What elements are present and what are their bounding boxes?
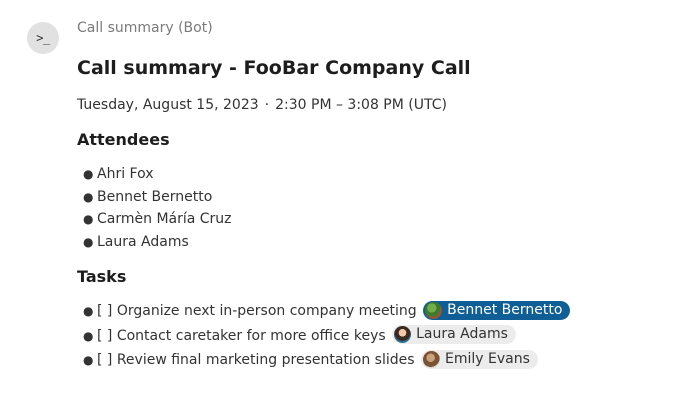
bot-message: >_ Call summary (Bot) Call summary - Foo… <box>0 0 700 400</box>
bullet-icon: ● <box>83 189 94 204</box>
datetime-separator: · <box>264 97 270 113</box>
bullet-icon: ● <box>83 353 94 367</box>
summary-title: Call summary - FooBar Company Call <box>77 57 471 79</box>
bullet-icon: ● <box>83 167 94 181</box>
task-item: ●[ ] Contact caretaker for more office k… <box>77 324 677 349</box>
attendees-heading: Attendees <box>77 130 170 149</box>
task-list: ●[ ] Organize next in-person company mee… <box>77 299 677 373</box>
attendee-name: Bennet Bernetto <box>97 188 213 205</box>
call-datetime: Tuesday, August 15, 2023 · 2:30 PM – 3:08 … <box>77 95 677 115</box>
call-date: Tuesday, August 15, 2023 <box>77 97 259 113</box>
task-text: [ ] Contact caretaker for more office ke… <box>97 327 386 344</box>
assignee-name: Bennet Bernetto <box>447 301 563 318</box>
sender-name[interactable]: Call summary (Bot) <box>77 18 677 38</box>
call-time-range: 2:30 PM – 3:08 PM (UTC) <box>275 97 447 113</box>
bullet-icon: ● <box>83 304 94 318</box>
task-item: ●[ ] Review final marketing presentation… <box>77 348 677 373</box>
bullet-icon: ● <box>83 234 94 249</box>
attendee-name: Carmèn Máría Cruz <box>97 211 232 227</box>
tasks-heading: Tasks <box>77 267 127 286</box>
message-content: Call summary (Bot) Call summary - FooBar… <box>77 18 677 373</box>
terminal-icon: >_ <box>36 31 50 45</box>
assignee-mention-emily-evans[interactable]: Emily Evans <box>421 349 538 369</box>
attendee-name: Ahri Fox <box>97 166 154 182</box>
task-item: ●[ ] Organize next in-person company mee… <box>77 299 677 324</box>
assignee-mention-bennet-bernetto[interactable]: Bennet Bernetto <box>423 300 571 320</box>
attendee-item: ● Carmèn Máría Cruz <box>77 208 677 231</box>
task-text: [ ] Review final marketing presentation … <box>97 352 415 368</box>
bot-avatar[interactable]: >_ <box>27 22 59 54</box>
attendee-item: ● Bennet Bernetto <box>77 186 677 209</box>
attendee-item: ● Ahri Fox <box>77 163 677 186</box>
user-avatar-icon <box>425 301 443 319</box>
task-text: [ ] Organize next in-person company meet… <box>97 303 417 319</box>
attendee-name: Laura Adams <box>97 233 189 250</box>
attendee-item: ● Laura Adams <box>77 231 677 254</box>
assignee-name: Laura Adams <box>416 326 508 342</box>
assignee-mention-laura-adams[interactable]: Laura Adams <box>392 325 516 344</box>
bullet-icon: ● <box>83 328 94 343</box>
attendees-list: ● Ahri Fox ● Bennet Bernetto ● Carmèn Máría… <box>77 163 677 253</box>
user-avatar-icon <box>394 326 412 343</box>
bullet-icon: ● <box>83 212 94 226</box>
user-avatar-icon <box>423 350 441 368</box>
assignee-name: Emily Evans <box>445 350 530 367</box>
